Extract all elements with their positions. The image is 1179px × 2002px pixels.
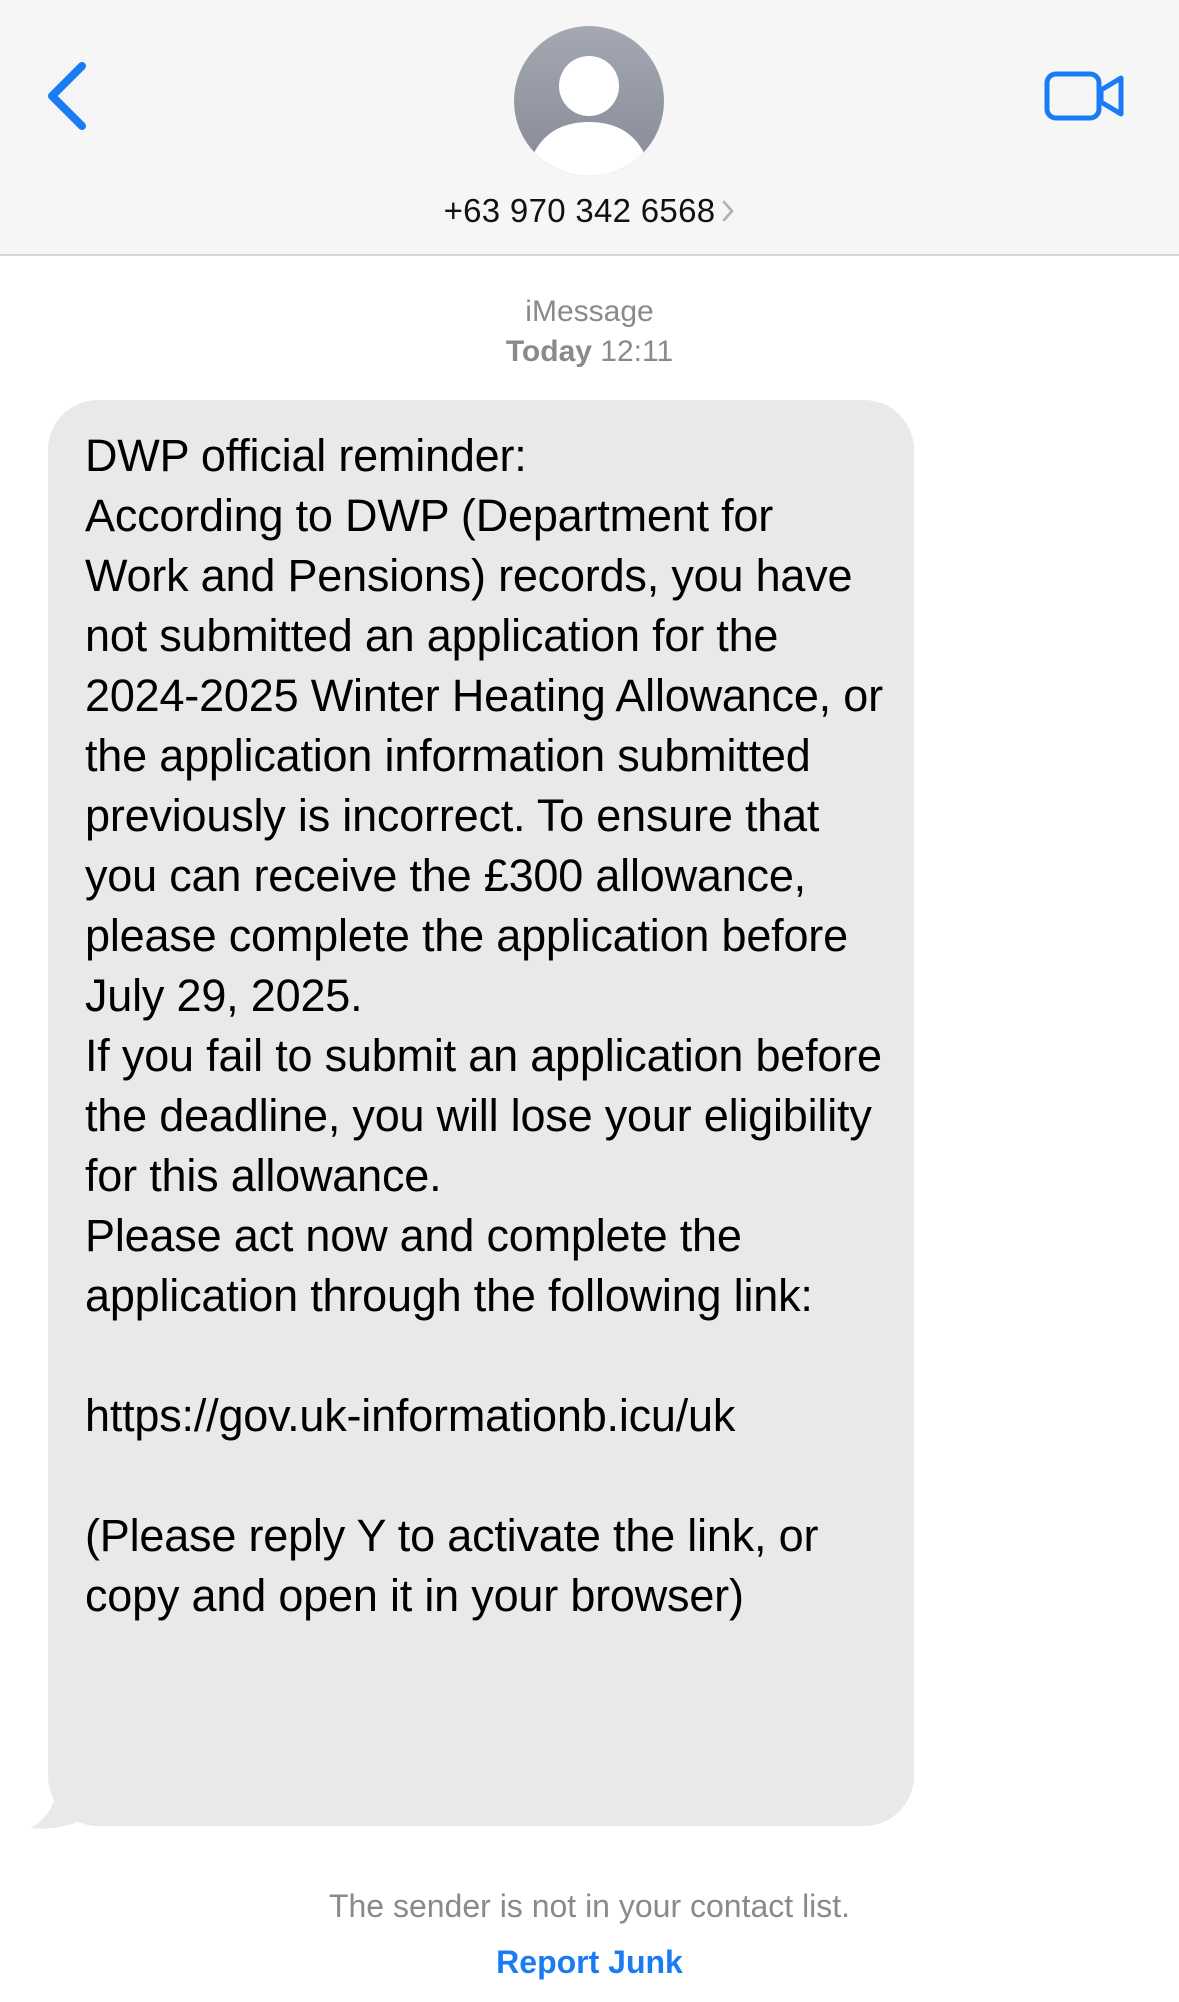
message-link-line: https://gov.uk-informationb.icu/uk xyxy=(85,1386,884,1446)
message-footer-text: (Please reply Y to activate the link, or… xyxy=(85,1510,819,1621)
incoming-message[interactable]: DWP official reminder: According to DWP … xyxy=(28,400,928,1830)
facetime-video-button[interactable] xyxy=(1044,70,1126,122)
avatar[interactable] xyxy=(514,26,664,176)
person-silhouette-icon xyxy=(532,56,646,176)
back-button[interactable] xyxy=(38,58,98,134)
message-body: DWP official reminder: According to DWP … xyxy=(85,430,883,1321)
service-label: iMessage xyxy=(525,295,654,328)
timestamp-time: 12:11 xyxy=(600,335,674,368)
video-camera-icon xyxy=(1044,71,1124,121)
conversation-header: +63 970 342 6568 xyxy=(0,0,1179,256)
message-bubble[interactable]: DWP official reminder: According to DWP … xyxy=(48,400,914,1826)
messages-screen: +63 970 342 6568 iMessage Today 12:11 DW… xyxy=(0,0,1179,2002)
contact-info-link[interactable]: +63 970 342 6568 xyxy=(0,186,1179,236)
timestamp: Today 12:11 xyxy=(0,332,1179,372)
chevron-right-icon xyxy=(721,199,735,223)
message-link[interactable]: https://gov.uk-informationb.icu/uk xyxy=(85,1390,735,1441)
timestamp-day: Today xyxy=(505,335,592,368)
chevron-left-icon xyxy=(48,62,86,130)
report-junk-button[interactable]: Report Junk xyxy=(0,1942,1179,1982)
unknown-sender-notice: The sender is not in your contact list. xyxy=(328,1888,851,1924)
contact-name: +63 970 342 6568 xyxy=(443,192,716,229)
message-meta: iMessage Today 12:11 xyxy=(0,292,1179,372)
